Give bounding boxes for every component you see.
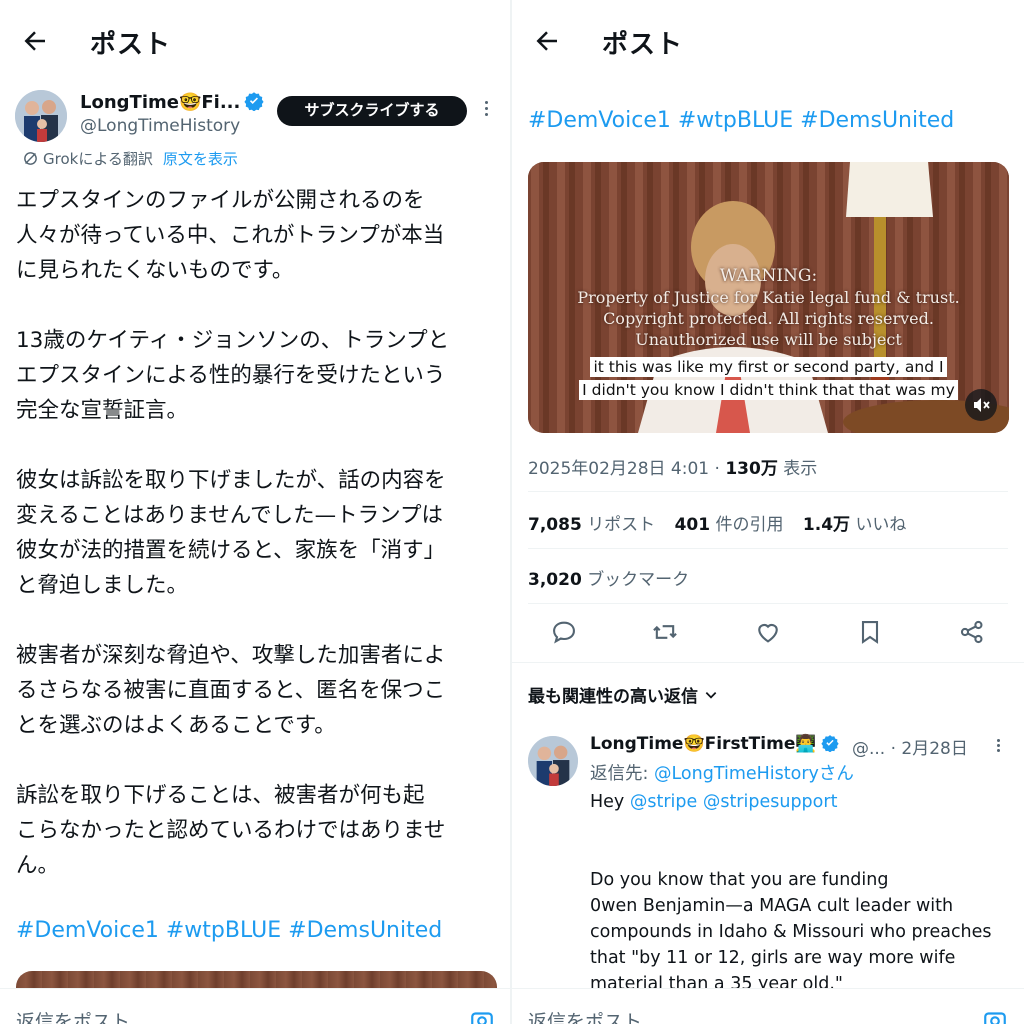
divider-line <box>528 548 1008 549</box>
video-warning-overlay: WARNING: Property of Justice for Katie l… <box>528 266 1009 350</box>
avatar[interactable] <box>15 90 67 142</box>
like-button[interactable] <box>754 618 782 646</box>
reply-author-name-text: LongTime🤓FirstTime👨‍💻 <box>590 734 817 754</box>
repost-button[interactable] <box>651 618 679 646</box>
reply-composer[interactable]: 返信をポスト <box>0 988 511 1024</box>
reply-composer[interactable]: 返信をポスト <box>512 988 1024 1024</box>
reply-sort-label: 最も関連性の高い返信 <box>528 687 698 707</box>
reply-mentions[interactable]: @stripe @stripesupport <box>630 792 838 812</box>
quote-stat[interactable]: 401 件の引用 <box>675 515 784 535</box>
video-player[interactable]: WARNING: Property of Justice for Katie l… <box>528 162 1009 433</box>
reply-sort-dropdown[interactable]: 最も関連性の高い返信 <box>528 682 718 707</box>
replying-to-handle[interactable]: @LongTimeHistoryさん <box>654 764 854 784</box>
volume-muted-icon <box>974 398 990 412</box>
heart-icon <box>758 623 778 643</box>
quote-label: 件の引用 <box>715 515 784 535</box>
post-body: エプスタインのファイルが公開されるのを 人々が待っている中、これがトランプが本当… <box>16 188 450 878</box>
replying-to: 返信先: @LongTimeHistoryさん <box>590 760 854 785</box>
bookmark-stat[interactable]: 3,020 ブックマーク <box>528 565 689 590</box>
page-title: ポスト <box>90 30 172 60</box>
quote-count: 401 <box>674 515 711 535</box>
video-caption-line: it this was like my first or second part… <box>528 357 1009 377</box>
bookmark-count: 3,020 <box>528 570 582 590</box>
action-bar <box>512 618 1024 648</box>
caption-text: I didn't you know I didn't think that th… <box>579 380 958 400</box>
warning-line: Unauthorized use will be subject <box>635 330 902 349</box>
reply-avatar[interactable] <box>528 736 578 786</box>
mute-button[interactable] <box>965 389 997 421</box>
meta-separator: · <box>709 459 726 479</box>
reply-body-text: Do you know that you are funding 0wen Be… <box>590 870 992 994</box>
back-arrow-icon[interactable] <box>20 26 50 56</box>
translation-row: Grokによる翻訳 原文を表示 <box>22 148 238 169</box>
divider-line <box>528 603 1008 604</box>
post-hashtags[interactable]: #DemVoice1 #wtpBLUE #DemsUnited <box>16 918 442 943</box>
verified-badge-icon <box>820 735 839 752</box>
page-title: ポスト <box>602 30 684 60</box>
more-options-icon[interactable] <box>992 737 1004 759</box>
subscribe-button[interactable]: サブスクライブする <box>277 96 467 126</box>
warning-line: WARNING: <box>719 266 818 286</box>
caption-text: it this was like my first or second part… <box>590 357 947 377</box>
repost-label: リポスト <box>587 515 656 535</box>
reply-body: Hey @stripe @stripesupport Do you know t… <box>590 789 1018 997</box>
bookmark-button[interactable] <box>856 618 884 646</box>
camera-icon[interactable] <box>469 1007 495 1024</box>
chevron-down-icon <box>705 692 717 699</box>
author-name[interactable]: LongTime🤓Fi... <box>80 91 264 113</box>
top-bar: ポスト <box>512 0 1024 84</box>
post-hashtags[interactable]: #DemVoice1 #wtpBLUE #DemsUnited <box>528 108 954 133</box>
author-handle[interactable]: @LongTimeHistory <box>80 116 240 136</box>
view-count: 130万 <box>725 459 778 479</box>
video-caption-line: I didn't you know I didn't think that th… <box>528 380 1009 400</box>
like-label: いいね <box>855 515 907 535</box>
share-button[interactable] <box>958 618 986 646</box>
bookmark-icon <box>861 621 879 644</box>
grok-icon <box>24 152 37 165</box>
repost-count: 7,085 <box>528 515 582 535</box>
like-count: 1.4万 <box>802 515 851 535</box>
engagement-stats: 7,085 リポスト 401 件の引用 1.4万 いいね <box>528 510 920 535</box>
warning-line: Copyright protected. All rights reserved… <box>603 309 934 328</box>
divider-line <box>512 662 1024 663</box>
divider-line <box>528 491 1008 492</box>
post-datetime[interactable]: 2025年02月28日 4:01 <box>528 459 709 479</box>
right-pane: ポスト #DemVoice1 #wtpBLUE #DemsUnited WARN… <box>512 0 1024 1024</box>
share-icon <box>960 620 983 644</box>
reply-input[interactable]: 返信をポスト <box>528 1007 642 1024</box>
translation-label: Grokによる翻訳 <box>43 150 153 168</box>
mention-prefix: Hey <box>590 792 630 812</box>
reply-input[interactable]: 返信をポスト <box>16 1007 130 1024</box>
view-label: 表示 <box>777 459 818 479</box>
reply-button[interactable] <box>550 618 578 646</box>
repost-icon <box>653 625 677 639</box>
post-meta: 2025年02月28日 4:01 · 130万 表示 <box>528 454 817 479</box>
camera-icon[interactable] <box>982 1007 1008 1024</box>
back-arrow-icon[interactable] <box>532 26 562 56</box>
reply-author-name[interactable]: LongTime🤓FirstTime👨‍💻 <box>590 734 839 754</box>
verified-badge-icon <box>244 92 264 111</box>
show-original-link[interactable]: 原文を表示 <box>163 150 238 168</box>
reply-handle-date[interactable]: @... · 2月28日 <box>852 734 968 759</box>
more-options-icon[interactable] <box>480 98 492 120</box>
author-name-text: LongTime🤓Fi... <box>80 92 241 113</box>
like-stat[interactable]: 1.4万 いいね <box>803 515 907 535</box>
replying-to-prefix: 返信先: <box>590 764 654 784</box>
left-pane: ポスト LongTime🤓Fi... @LongTimeHistory サブスク… <box>0 0 511 1024</box>
comment-icon <box>553 621 575 644</box>
bookmark-label: ブックマーク <box>587 570 690 590</box>
warning-line: Property of Justice for Katie legal fund… <box>577 288 960 307</box>
repost-stat[interactable]: 7,085 リポスト <box>528 515 655 535</box>
top-bar: ポスト <box>0 0 511 84</box>
